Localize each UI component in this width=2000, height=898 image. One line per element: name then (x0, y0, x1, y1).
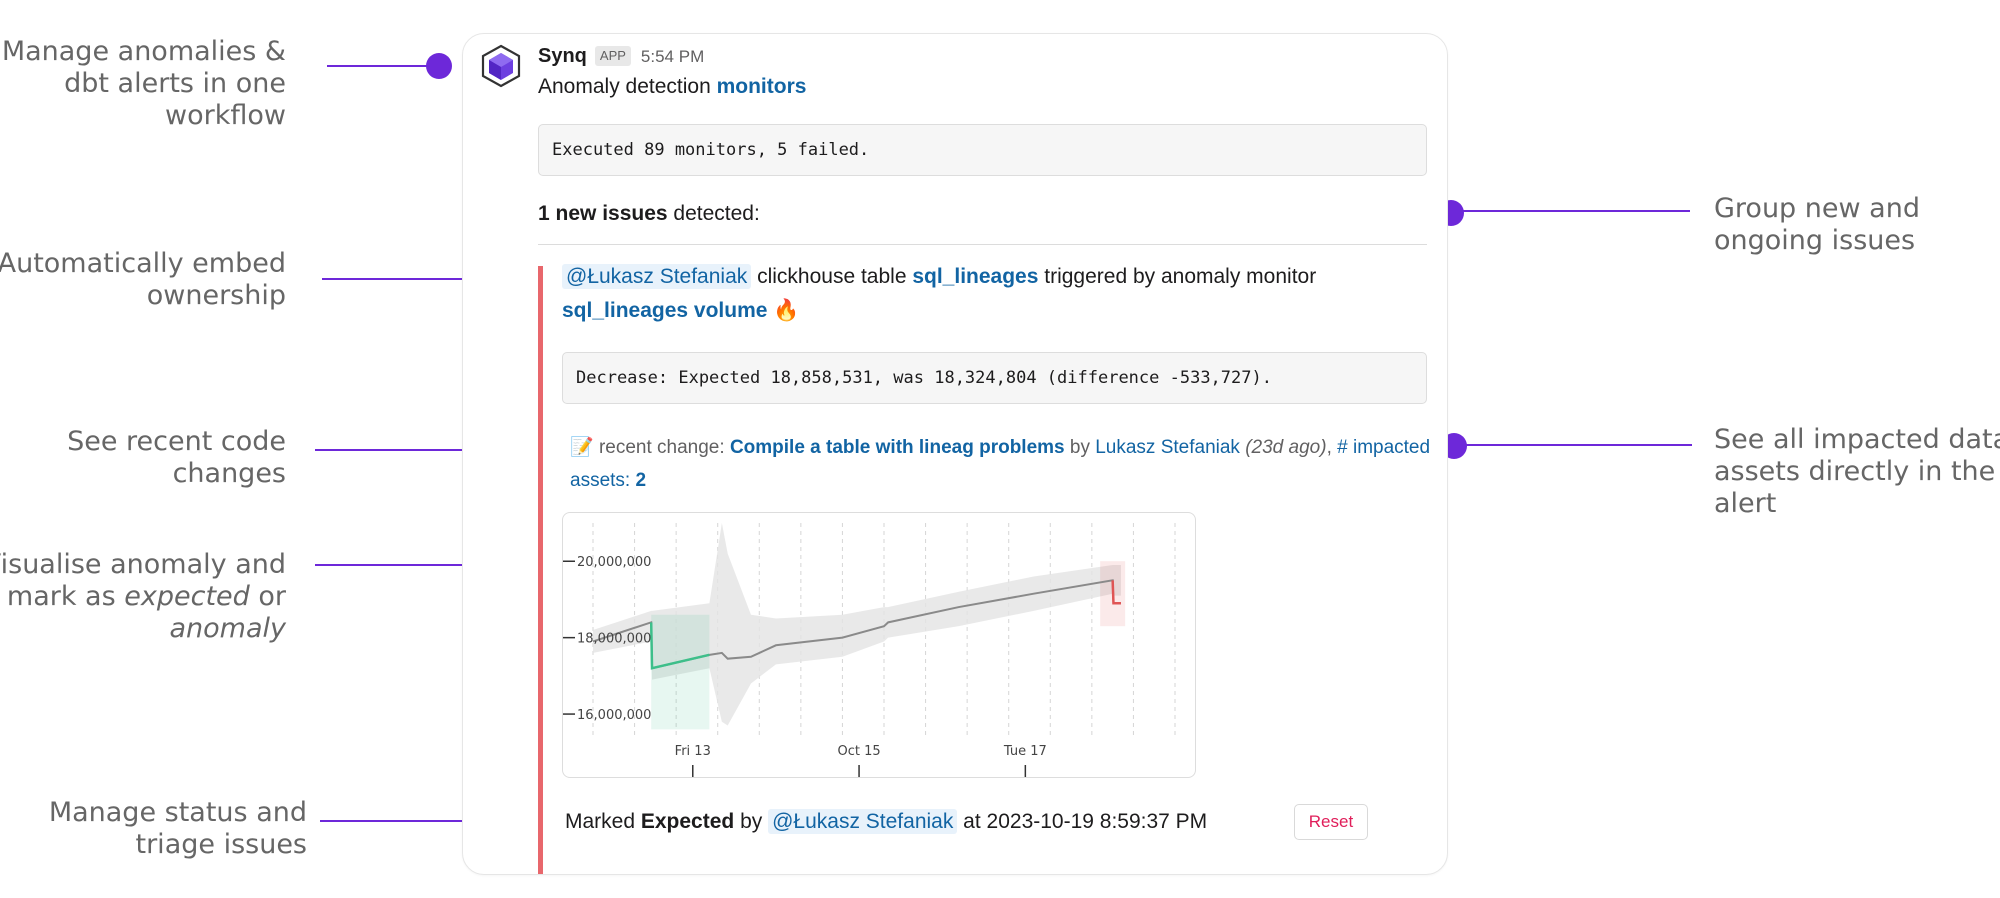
chart-y-tick-label: 16,000,000 (577, 708, 651, 723)
author-link[interactable]: Lukasz Stefaniak (1095, 437, 1240, 458)
callout-visualise: Visualise anomaly and mark as expected o… (0, 549, 286, 644)
issues-divider (538, 244, 1427, 245)
callout-code-changes: See recent code changes (67, 426, 286, 489)
callout-impacted-assets: See all impacted data assets directly in… (1714, 424, 2000, 519)
change-link[interactable]: Compile a table with lineag problems (730, 437, 1065, 458)
reset-button[interactable]: Reset (1294, 804, 1368, 840)
marker-dot-manage (426, 53, 452, 79)
synq-logo-icon (481, 44, 521, 88)
status-state: Expected (640, 810, 735, 833)
issue-severity-bar (538, 266, 543, 874)
impacted-assets-link[interactable]: # impacted (1337, 437, 1430, 458)
anomaly-detail-block: Decrease: Expected 18,858,531, was 18,32… (562, 352, 1427, 404)
callout-status: Manage status and triage issues (48, 797, 307, 860)
chart-x-tick-label: Oct 15 (837, 744, 880, 759)
monitors-link[interactable]: monitors (717, 75, 807, 98)
issue-line-2: sql_lineages volume 🔥 (562, 294, 799, 328)
impacted-assets-count[interactable]: 2 (635, 470, 646, 491)
callout-group-issues: Group new and ongoing issues (1714, 193, 1920, 256)
chart-expected-highlight (651, 614, 710, 730)
anomaly-chart[interactable]: 20,000,000 18,000,000 16,000,000 Fri 13 Oct … (562, 512, 1196, 778)
owner-mention[interactable]: @Łukasz Stefaniak (562, 264, 752, 289)
chart-x-tick-label: Fri 13 (675, 744, 711, 759)
table-link[interactable]: sql_lineages (912, 265, 1038, 288)
anomaly-chart-svg: 20,000,000 18,000,000 16,000,000 Fri 13 Oct … (563, 523, 1176, 777)
synq-avatar (479, 44, 523, 88)
connector-impacted (1454, 444, 1692, 446)
issue-line-1: @Łukasz Stefaniak clickhouse table sql_l… (562, 260, 1316, 294)
impacted-assets-line: assets: 2 (570, 470, 647, 491)
status-line: Marked Expected by @Łukasz Stefaniak at … (565, 809, 1208, 834)
fire-icon: 🔥 (773, 299, 800, 322)
chart-y-tick-label: 18,000,000 (577, 632, 651, 647)
sender-name[interactable]: Synq (538, 45, 587, 67)
memo-icon: 📝 (570, 437, 594, 458)
message-header: Synq APP 5:54 PM (538, 42, 704, 71)
callout-ownership: Automatically embed ownership (0, 248, 286, 311)
status-mention[interactable]: @Łukasz Stefaniak (768, 809, 958, 834)
connector-group (1451, 210, 1690, 212)
connector-manage (327, 65, 439, 67)
slack-message-card: Synq APP 5:54 PM Anomaly detection monitor… (462, 33, 1448, 875)
summary-code-block: Executed 89 monitors, 5 failed. (538, 124, 1427, 176)
chart-y-tick-label: 20,000,000 (577, 555, 651, 570)
callout-manage-alerts: Manage anomalies & dbt alerts in one wor… (1, 36, 286, 131)
message-timestamp[interactable]: 5:54 PM (641, 47, 704, 66)
recent-change-line: 📝 recent change: Compile a table with li… (570, 437, 1431, 458)
app-badge: APP (594, 46, 631, 66)
message-subtitle: Anomaly detection monitors (538, 75, 807, 98)
issues-heading: 1 new issues detected: (538, 202, 760, 225)
chart-x-tick-label: Tue 17 (1003, 744, 1047, 759)
monitor-link[interactable]: sql_lineages volume (562, 299, 767, 322)
